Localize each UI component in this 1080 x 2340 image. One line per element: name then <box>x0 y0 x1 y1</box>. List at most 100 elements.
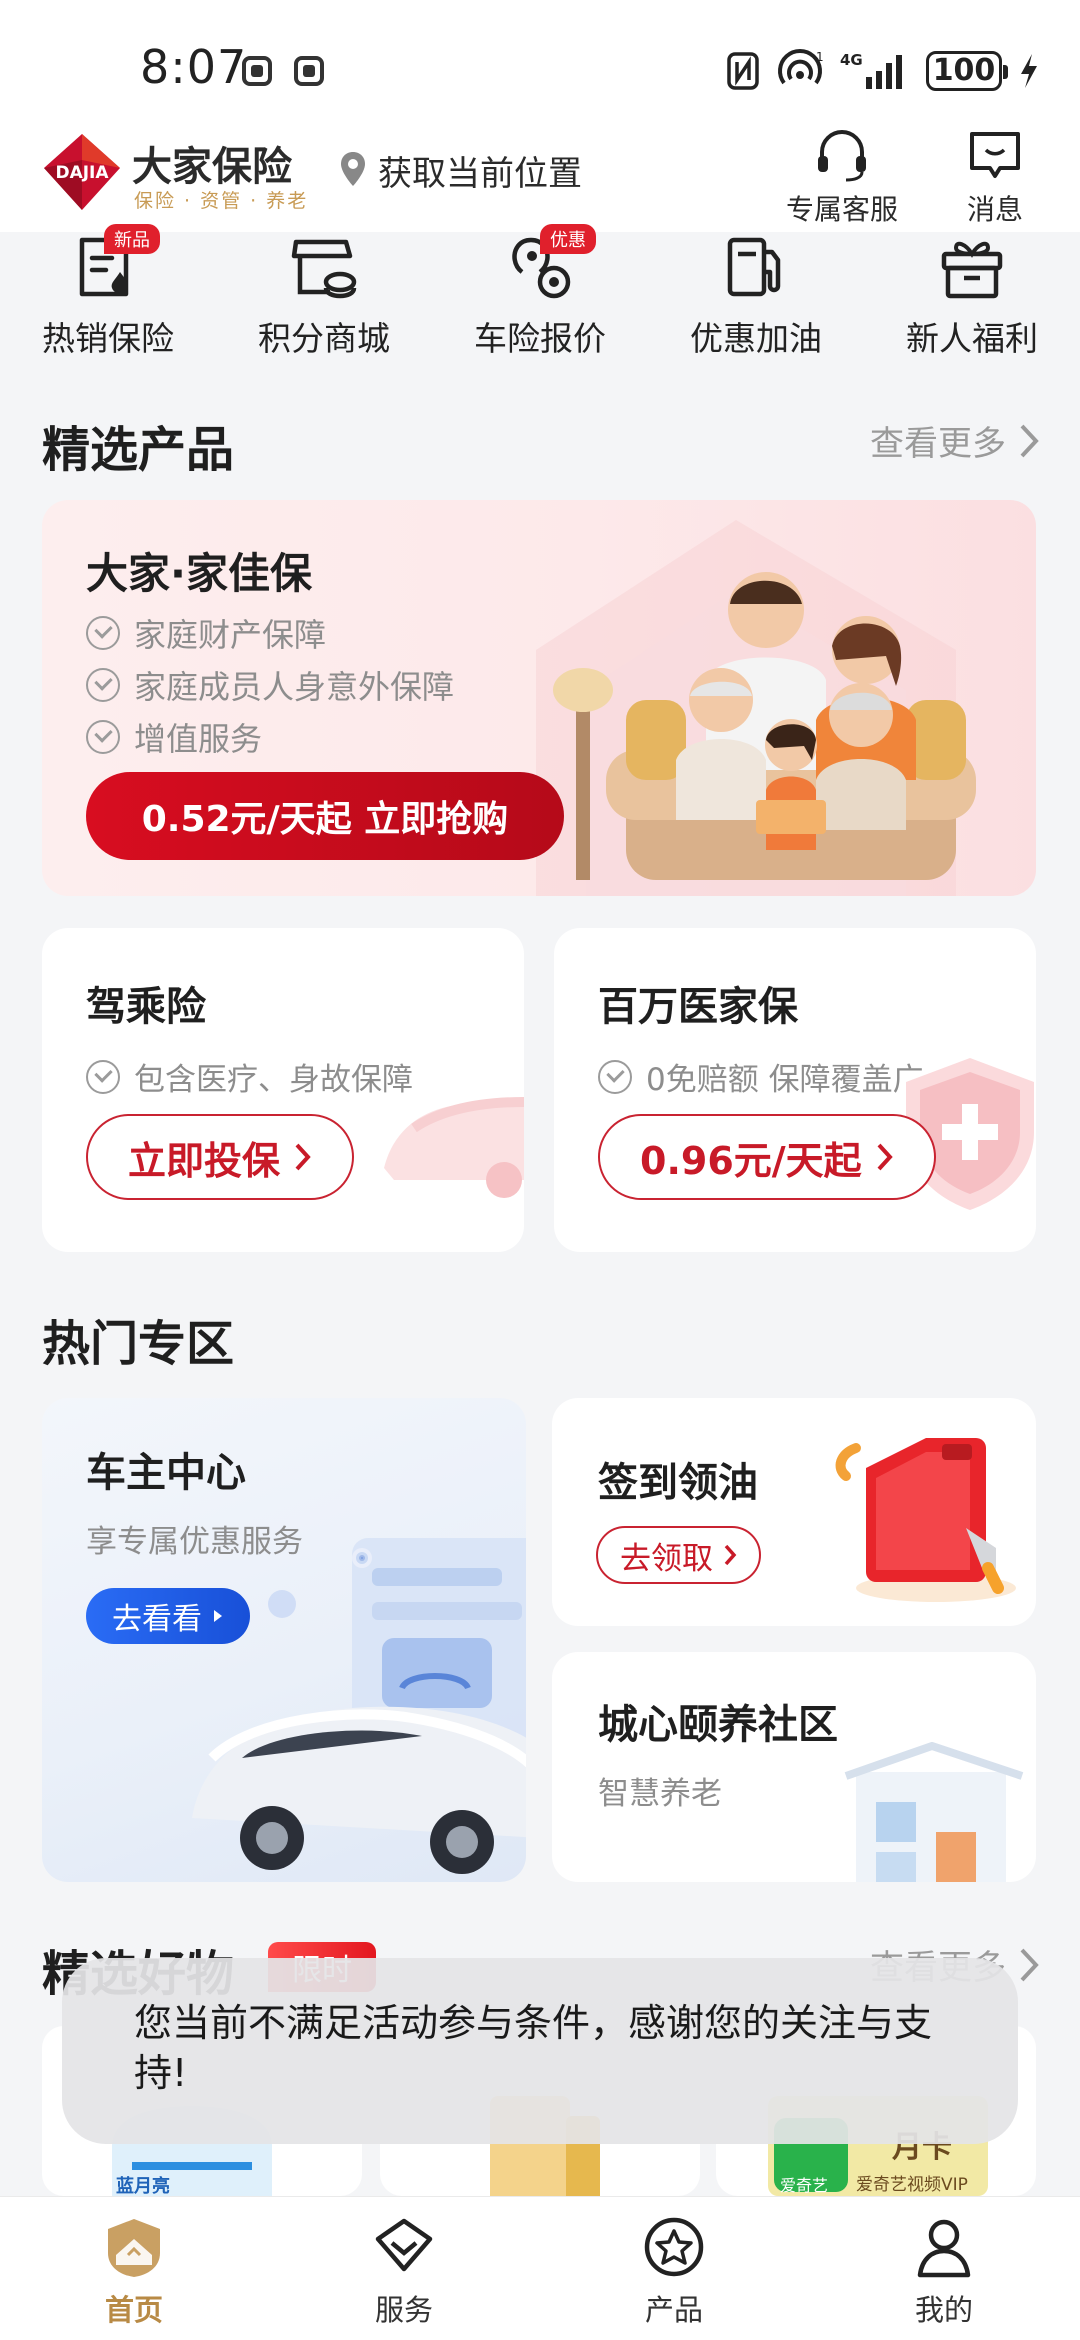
product-card-medical-insurance[interactable]: 百万医家保 0免赔额 保障覆盖广 0.96元/天起 <box>554 928 1036 1252</box>
quick-menu: 新品 热销保险 积分商城 优惠 车险报价 优惠加油 新人福利 <box>0 224 1080 372</box>
goods-item-note: 爱奇艺视频VIP <box>856 2175 968 2195</box>
section-title-featured: 精选产品 <box>42 422 235 478</box>
nav-product-label: 产品 <box>644 2293 703 2327</box>
nav-home[interactable]: 首页 <box>34 2215 234 2329</box>
service-icon <box>375 2218 433 2272</box>
feature-item: 家庭成员人身意外保障 <box>86 662 454 708</box>
brand-name: 大家保险 <box>132 144 292 190</box>
quick-item-car-quote[interactable]: 优惠 车险报价 <box>440 224 640 360</box>
nav-product[interactable]: 产品 <box>574 2215 774 2329</box>
car-owner-center-subtitle: 享专属优惠服务 <box>86 1524 303 1560</box>
location-pin-icon[interactable] <box>338 150 368 190</box>
messages-label: 消息 <box>966 193 1023 226</box>
chevron-right-icon <box>877 1143 893 1171</box>
community-card[interactable]: 城心颐养社区 智慧养老 <box>552 1652 1036 1882</box>
quick-item-new-user-gift[interactable]: 新人福利 <box>872 232 1072 360</box>
insure-now-label: 立即投保 <box>128 1138 281 1183</box>
feature-text: 包含医疗、身故保障 <box>134 1062 413 1098</box>
quick-item-points-mall[interactable]: 积分商城 <box>224 232 424 360</box>
signal-icon: 4G <box>840 51 902 89</box>
check-circle-icon <box>598 1059 632 1094</box>
family-illustration <box>536 520 976 896</box>
feature-item: 0免赔额 保障覆盖广 <box>598 1054 924 1099</box>
nav-service[interactable]: 服务 <box>304 2215 504 2329</box>
collect-button[interactable]: 去领取 <box>596 1526 761 1584</box>
building-illustration <box>844 1742 1024 1882</box>
status-time: 8:07 <box>140 40 248 94</box>
quick-item-hot-insurance[interactable]: 新品 热销保险 <box>8 224 208 360</box>
toast-notification: 您当前不满足活动参与条件，感谢您的关注与支持! <box>62 1958 1018 2144</box>
feature-item: 增值服务 <box>86 714 262 760</box>
message-icon <box>970 132 1020 178</box>
charging-icon <box>1021 54 1037 88</box>
app-header: DAJIA 大家保险 保险 · 资管 · 养老 获取当前位置 专属客服 消息 <box>0 120 1080 232</box>
quick-item-label: 车险报价 <box>474 319 606 358</box>
community-title: 城心颐养社区 <box>598 1702 838 1748</box>
feature-text: 增值服务 <box>134 720 263 758</box>
notification-icon <box>294 56 324 86</box>
insure-now-button[interactable]: 立即投保 <box>86 1114 355 1200</box>
check-circle-icon <box>86 720 120 754</box>
feature-text: 家庭财产保障 <box>134 616 327 654</box>
chevron-right-icon <box>1020 1948 1039 1981</box>
quick-item-fuel[interactable]: 优惠加油 <box>656 232 856 360</box>
status-bar: 8:07 1 4G 100 <box>0 0 1080 140</box>
quick-item-label: 优惠加油 <box>690 319 822 358</box>
nav-home-label: 首页 <box>104 2293 163 2327</box>
toast-message: 您当前不满足活动参与条件，感谢您的关注与支持! <box>134 2001 933 2095</box>
buy-now-button[interactable]: 0.52元/天起 立即抢购 <box>86 772 564 860</box>
quick-item-label: 新人福利 <box>906 319 1038 358</box>
messages-button[interactable]: 消息 <box>966 128 1024 228</box>
featured-product-card[interactable]: 大家·家佳保 家庭财产保障 家庭成员人身意外保障 增值服务 0.52元/天起 立… <box>42 500 1036 896</box>
customer-service-button[interactable]: 专属客服 <box>786 128 898 228</box>
brand-logo[interactable]: DAJIA <box>40 130 124 214</box>
product-card-driver-insurance[interactable]: 驾乘险 包含医疗、身故保障 立即投保 <box>42 928 524 1252</box>
product-name: 百万医家保 <box>598 984 798 1030</box>
svg-text:1: 1 <box>816 50 824 64</box>
feature-item: 家庭财产保障 <box>86 610 326 656</box>
car-owner-center-title: 车主中心 <box>86 1450 246 1496</box>
feature-item: 包含医疗、身故保障 <box>86 1054 413 1099</box>
price-button[interactable]: 0.96元/天起 <box>598 1114 936 1200</box>
see-more-featured[interactable]: 查看更多 <box>870 416 1040 465</box>
chevron-right-icon <box>724 1544 737 1566</box>
price-label: 0.96元/天起 <box>640 1138 862 1183</box>
check-circle-icon <box>86 1059 120 1094</box>
featured-product-name: 大家·家佳保 <box>86 549 312 598</box>
logo-text: DAJIA <box>55 163 109 183</box>
see-more-label: 查看更多 <box>870 424 1006 464</box>
product-icon <box>644 2217 704 2277</box>
check-circle-icon <box>86 616 120 650</box>
fuel-icon <box>727 237 781 297</box>
brand-tagline: 保险 · 资管 · 养老 <box>134 190 309 212</box>
quick-item-label: 积分商城 <box>258 319 390 358</box>
nav-profile[interactable]: 我的 <box>844 2215 1044 2329</box>
discount-badge: 优惠 <box>540 224 596 254</box>
points-mall-icon <box>291 239 357 299</box>
quick-item-label: 热销保险 <box>42 319 174 358</box>
hotspot-icon: 1 <box>778 49 824 85</box>
check-circle-icon <box>86 668 120 702</box>
product-name: 驾乘险 <box>86 984 206 1030</box>
nav-service-label: 服务 <box>374 2293 433 2327</box>
nav-profile-label: 我的 <box>914 2293 973 2327</box>
new-badge: 新品 <box>104 224 160 254</box>
play-arrow-icon <box>214 1610 222 1622</box>
location-text[interactable]: 获取当前位置 <box>378 146 582 195</box>
chevron-right-icon <box>295 1143 311 1171</box>
profile-icon <box>917 2219 971 2278</box>
customer-service-label: 专属客服 <box>786 193 899 226</box>
goods-brand-label: 爱奇艺 <box>780 2176 829 2195</box>
oil-checkin-card[interactable]: 签到领油 去领取 <box>552 1398 1036 1626</box>
fuel-can-icon <box>835 1438 1016 1602</box>
chevron-right-icon <box>1020 424 1039 457</box>
go-see-button[interactable]: 去看看 <box>86 1588 250 1644</box>
headset-icon <box>818 130 866 182</box>
nfc-icon <box>727 52 759 90</box>
bottom-navigation: 首页 服务 产品 我的 <box>0 2196 1080 2340</box>
svg-text:4G: 4G <box>840 51 863 69</box>
car-owner-center-card[interactable]: 车主中心 享专属优惠服务 去看看 <box>42 1398 526 1882</box>
feature-text: 家庭成员人身意外保障 <box>134 668 455 706</box>
go-see-label: 去看看 <box>112 1602 202 1637</box>
gift-icon <box>941 241 1003 299</box>
